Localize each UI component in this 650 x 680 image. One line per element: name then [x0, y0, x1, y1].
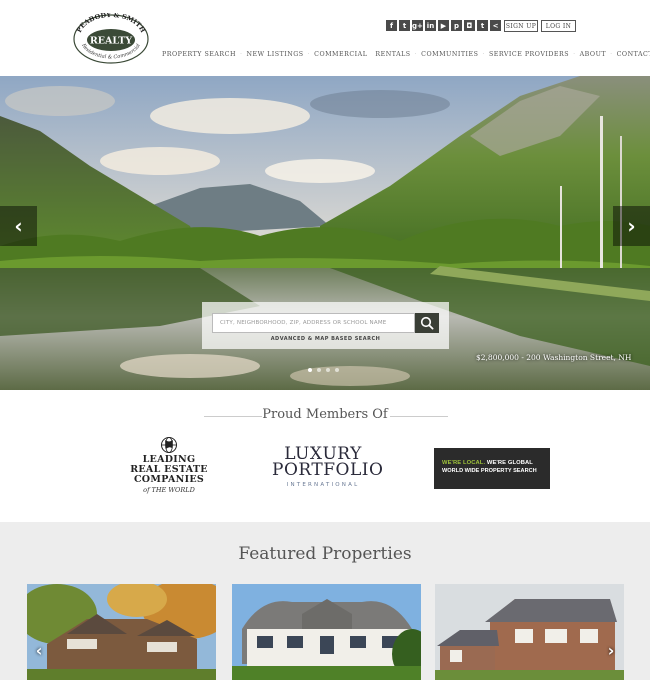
lux-line3: INTERNATIONAL — [286, 482, 360, 488]
property-photo — [232, 584, 421, 680]
search-icon — [420, 316, 434, 330]
linkedin-icon[interactable]: in — [425, 20, 436, 31]
nav-item-service-providers[interactable]: SERVICE PROVIDERS — [489, 51, 569, 58]
social-links: f t g+ in ▶ p ◘ t < — [386, 20, 501, 31]
featured-property-card[interactable] — [435, 584, 624, 680]
property-photo — [27, 584, 216, 680]
world-local-global-logo[interactable]: WE'RE LOCAL. WE'RE GLOBAL WORLD WIDE PRO… — [434, 448, 550, 489]
nav-item-property-search[interactable]: PROPERTY SEARCH — [162, 51, 236, 58]
lux-line2: PORTFOLIO — [272, 460, 384, 480]
instagram-icon[interactable]: ◘ — [464, 20, 475, 31]
hero-slider: ‹ › CITY, NEIGHBORHOOD, ZIP, ADDRESS OR … — [0, 76, 650, 390]
featured-prev-arrow[interactable]: ‹ — [31, 641, 47, 660]
nav-item-about[interactable]: ABOUT — [580, 51, 606, 58]
nav-item-communities[interactable]: COMMUNITIES — [421, 51, 478, 58]
slider-dots — [308, 368, 339, 372]
search-button[interactable] — [415, 313, 439, 333]
nav-separator: · — [239, 51, 243, 58]
slider-dot[interactable] — [308, 368, 312, 372]
wlg-line2: WORLD WIDE PROPERTY SEARCH — [442, 468, 537, 474]
advanced-search-link[interactable]: ADVANCED & MAP BASED SEARCH — [202, 336, 449, 342]
brand-logo[interactable]: PEABODY & SMITH REALTY Residential & Com… — [72, 11, 150, 65]
google-plus-icon[interactable]: g+ — [412, 20, 423, 31]
share-icon[interactable]: < — [490, 20, 501, 31]
nav-separator: · — [482, 51, 485, 58]
leading-real-estate-logo[interactable]: LEADING REAL ESTATE COMPANIES of THE WOR… — [130, 436, 208, 506]
logo-main-text: REALTY — [90, 36, 132, 47]
property-search-input[interactable]: CITY, NEIGHBORHOOD, ZIP, ADDRESS OR SCHO… — [212, 313, 415, 333]
wlg-white: WE'RE GLOBAL — [486, 460, 533, 466]
hero-caption[interactable]: $2,800,000 - 200 Washington Street, NH — [476, 353, 631, 362]
nav-item-new-listings[interactable]: NEW LISTINGS — [247, 51, 304, 58]
featured-property-card[interactable] — [27, 584, 216, 680]
slider-dot[interactable] — [326, 368, 330, 372]
property-photo — [435, 584, 624, 680]
featured-title: Featured Properties — [238, 544, 412, 564]
youtube-icon[interactable]: ▶ — [438, 20, 449, 31]
nav-item-commercial[interactable]: COMMERCIAL — [314, 51, 367, 58]
lre-sub: of THE WORLD — [143, 486, 195, 494]
featured-next-arrow[interactable]: › — [603, 641, 619, 660]
property-search-box: CITY, NEIGHBORHOOD, ZIP, ADDRESS OR SCHO… — [202, 302, 449, 349]
pinterest-icon[interactable]: p — [451, 20, 462, 31]
slider-dot[interactable] — [317, 368, 321, 372]
nav-item-rentals[interactable]: RENTALS — [375, 51, 410, 58]
hero-prev-arrow[interactable]: ‹ — [0, 206, 37, 246]
twitter-icon[interactable]: t — [399, 20, 410, 31]
featured-property-card[interactable] — [232, 584, 421, 680]
nav-item-contact[interactable]: CONTACT — [617, 51, 650, 58]
login-button[interactable]: LOG IN — [541, 20, 576, 32]
facebook-icon[interactable]: f — [386, 20, 397, 31]
luxury-portfolio-logo[interactable]: LUXURY PORTFOLIO INTERNATIONAL — [272, 446, 384, 496]
wlg-green: WE'RE LOCAL. — [442, 460, 486, 466]
hero-next-arrow[interactable]: › — [613, 206, 650, 246]
site-header: PEABODY & SMITH REALTY Residential & Com… — [0, 0, 650, 76]
slider-dot[interactable] — [335, 368, 339, 372]
nav-separator: · — [610, 51, 613, 58]
nav-separator: · — [573, 51, 576, 58]
main-nav: PROPERTY SEARCH · NEW LISTINGS · COMMERCIAL … — [162, 51, 650, 58]
globe-icon — [161, 437, 177, 453]
nav-separator: · — [307, 51, 311, 58]
members-title: Proud Members Of — [262, 407, 388, 422]
members-section: Proud Members Of LEADING REAL ESTATE COM… — [0, 390, 650, 522]
featured-section: Featured Properties ‹ › — [0, 522, 650, 680]
signup-button[interactable]: SIGN UP — [504, 20, 538, 32]
nav-separator: · — [414, 51, 418, 58]
tumblr-icon[interactable]: t — [477, 20, 488, 31]
lre-line3: COMPANIES — [133, 474, 205, 485]
